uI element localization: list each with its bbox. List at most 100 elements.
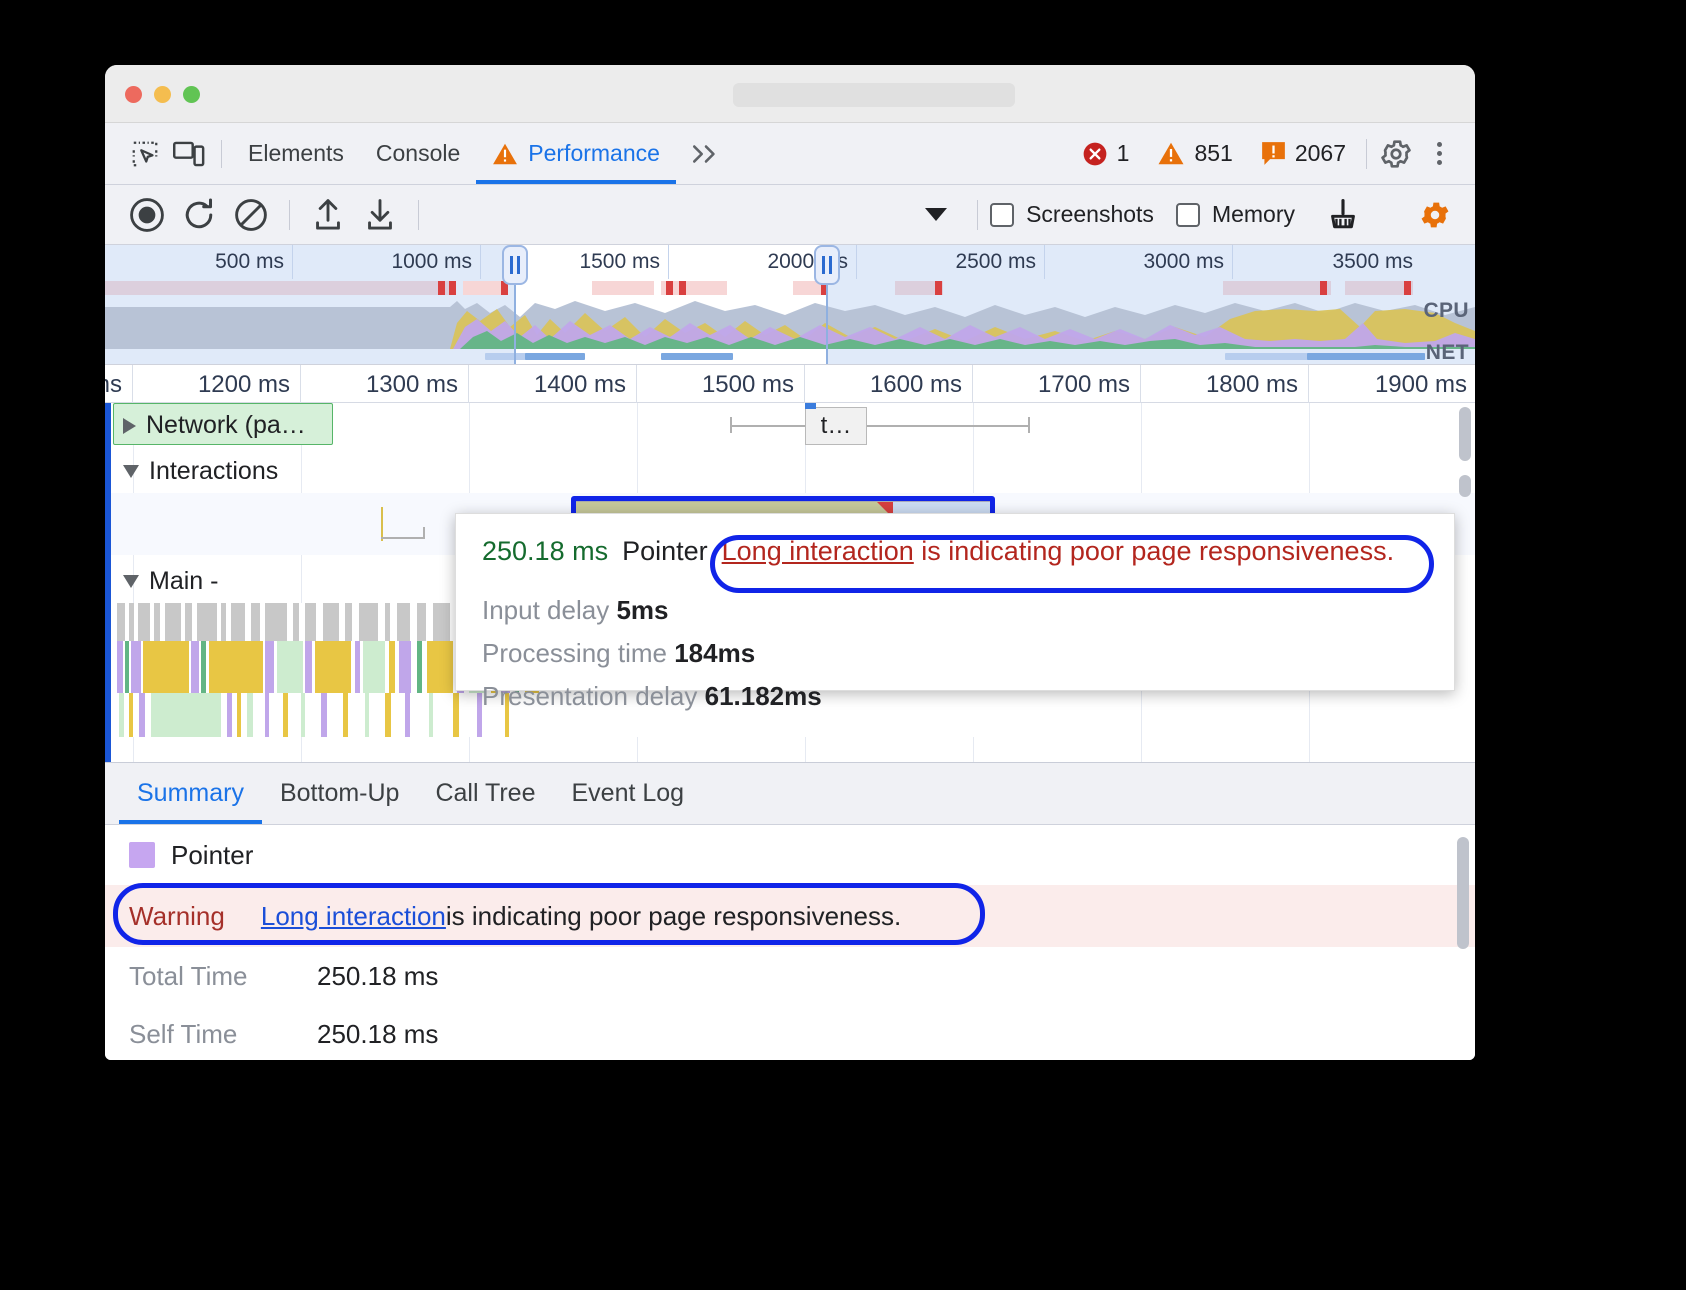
tab-console[interactable]: Console	[360, 123, 476, 184]
toolbar-divider	[221, 140, 222, 168]
tab-call-tree-label: Call Tree	[435, 779, 535, 808]
warning-icon	[1157, 141, 1185, 166]
device-toolbar-icon[interactable]	[167, 132, 211, 176]
flame-tick: 1600 ms	[805, 365, 973, 403]
issue-icon	[1261, 141, 1286, 166]
error-icon	[1082, 141, 1108, 167]
record-icon[interactable]	[121, 189, 173, 241]
frame-drop-marker	[1404, 281, 1411, 295]
network-event-marker	[805, 403, 816, 409]
track-network[interactable]: Network (pa… t…	[105, 403, 1475, 451]
tab-summary[interactable]: Summary	[119, 763, 262, 824]
chevron-right-icon[interactable]	[123, 418, 136, 434]
frame-bar	[1223, 281, 1331, 295]
devtools-window: DevTools - Elements Console	[105, 65, 1475, 1060]
overview-tick: 2500 ms	[857, 245, 1045, 279]
tab-bottom-up-label: Bottom-Up	[280, 779, 399, 808]
frame-drop-marker	[438, 281, 445, 295]
network-event-chip[interactable]: t…	[805, 407, 867, 445]
tab-summary-label: Summary	[137, 779, 244, 808]
kebab-icon[interactable]	[1419, 131, 1459, 177]
memory-checkbox-item[interactable]: Memory	[1176, 201, 1295, 228]
tab-call-tree[interactable]: Call Tree	[417, 763, 553, 824]
devtools-tabbar: Elements Console Performance	[105, 123, 1475, 185]
reload-and-record-icon[interactable]	[173, 189, 225, 241]
tab-elements[interactable]: Elements	[232, 123, 360, 184]
summary-scrollbar[interactable]	[1457, 837, 1469, 949]
tab-bottom-up[interactable]: Bottom-Up	[262, 763, 417, 824]
selection-handle-right[interactable]	[814, 245, 840, 285]
timeline-overview[interactable]: 500 ms 1000 ms 1500 ms 2000 ms 2500 ms 3…	[105, 245, 1475, 365]
summary-warning-label: Warning	[129, 901, 225, 932]
more-tabs-button[interactable]	[676, 143, 736, 165]
chevron-down-icon[interactable]	[123, 575, 139, 588]
tab-performance[interactable]: Performance	[476, 123, 676, 184]
flame-tick: 1900 ms	[1309, 365, 1475, 403]
track-network-header[interactable]: Network (pa…	[105, 411, 306, 440]
tooltip-warning-link[interactable]: Long interaction	[722, 536, 914, 566]
tooltip-metric-value: 61.182ms	[705, 681, 822, 711]
warning-counter[interactable]: 851	[1143, 140, 1246, 167]
gear-icon[interactable]	[1373, 131, 1419, 177]
event-color-swatch	[129, 842, 155, 868]
event-whisker-cap	[1028, 417, 1030, 433]
flame-chart-area[interactable]: ms 1200 ms 1300 ms 1400 ms 1500 ms 1600 …	[105, 365, 1475, 765]
screenshots-checkbox-item[interactable]: Screenshots	[990, 201, 1154, 228]
track-interactions[interactable]: Interactions	[105, 451, 1475, 493]
tooltip-warning-rest: is indicating poor page responsiveness.	[914, 536, 1394, 566]
tooltip-metrics: Input delay 5ms Processing time 184ms Pr…	[482, 595, 1428, 712]
flame-chart-scrollbar[interactable]	[1459, 407, 1471, 461]
summary-total-time-key: Total Time	[129, 961, 317, 992]
chevron-down-icon[interactable]	[123, 465, 139, 478]
tooltip-warning: Long interaction is indicating poor page…	[722, 536, 1394, 567]
tooltip-header: 250.18 ms Pointer Long interaction is in…	[482, 536, 1428, 567]
clear-icon[interactable]	[225, 189, 277, 241]
event-whisker	[730, 425, 1030, 427]
track-interactions-header[interactable]: Interactions	[105, 457, 278, 486]
tab-event-log[interactable]: Event Log	[554, 763, 703, 824]
frame-bar	[1345, 281, 1413, 295]
flame-tick: ms	[105, 365, 133, 403]
flame-tick: 1300 ms	[301, 365, 469, 403]
summary-warning-rest: is indicating poor page responsiveness.	[446, 901, 901, 932]
capture-settings-gear-icon[interactable]	[1409, 189, 1461, 241]
frame-drop-marker	[1320, 281, 1327, 295]
track-main-header[interactable]: Main -	[105, 561, 218, 601]
broom-icon[interactable]	[1317, 189, 1369, 241]
overview-ruler: 500 ms 1000 ms 1500 ms 2000 ms 2500 ms 3…	[105, 245, 1475, 279]
selection-left-edge[interactable]	[105, 403, 111, 765]
tooltip-metric-key: Presentation delay	[482, 681, 697, 711]
network-request-bar	[525, 353, 585, 360]
toolbar-divider	[418, 200, 419, 230]
selection-handle-left[interactable]	[502, 245, 528, 285]
issue-counters: 1 851 2067	[1068, 131, 1475, 177]
upload-icon[interactable]	[302, 189, 354, 241]
interaction-whisker-cap	[423, 527, 425, 539]
issue-count: 2067	[1295, 140, 1346, 167]
flame-chart-scrollbar-thumb[interactable]	[1459, 475, 1471, 497]
overview-tick: 3500 ms	[1233, 245, 1421, 279]
inspect-element-icon[interactable]	[123, 132, 167, 176]
error-count: 1	[1117, 140, 1130, 167]
frame-drop-marker	[449, 281, 456, 295]
drawer-tabbar: Summary Bottom-Up Call Tree Event Log	[105, 763, 1475, 825]
overview-cpu-chart	[105, 297, 1475, 349]
download-icon[interactable]	[354, 189, 406, 241]
flame-tick: 1700 ms	[973, 365, 1141, 403]
error-counter[interactable]: 1	[1068, 140, 1144, 167]
overview-net-label: NET	[1426, 341, 1469, 365]
toolbar-divider	[977, 200, 978, 230]
tab-performance-label: Performance	[528, 140, 660, 167]
summary-self-time-value: 250.18 ms	[317, 1019, 438, 1050]
performance-toolbar: Screenshots Memory	[105, 185, 1475, 245]
overview-cpu-label: CPU	[1423, 299, 1469, 323]
caret-down-icon[interactable]	[925, 208, 947, 221]
tab-console-label: Console	[376, 140, 460, 167]
tab-event-log-label: Event Log	[572, 779, 685, 808]
screenshots-checkbox[interactable]	[990, 203, 1014, 227]
frame-drop-marker	[679, 281, 686, 295]
memory-checkbox[interactable]	[1176, 203, 1200, 227]
summary-warning-link[interactable]: Long interaction	[261, 901, 446, 932]
frame-bar	[105, 281, 450, 295]
issue-counter[interactable]: 2067	[1247, 140, 1360, 167]
